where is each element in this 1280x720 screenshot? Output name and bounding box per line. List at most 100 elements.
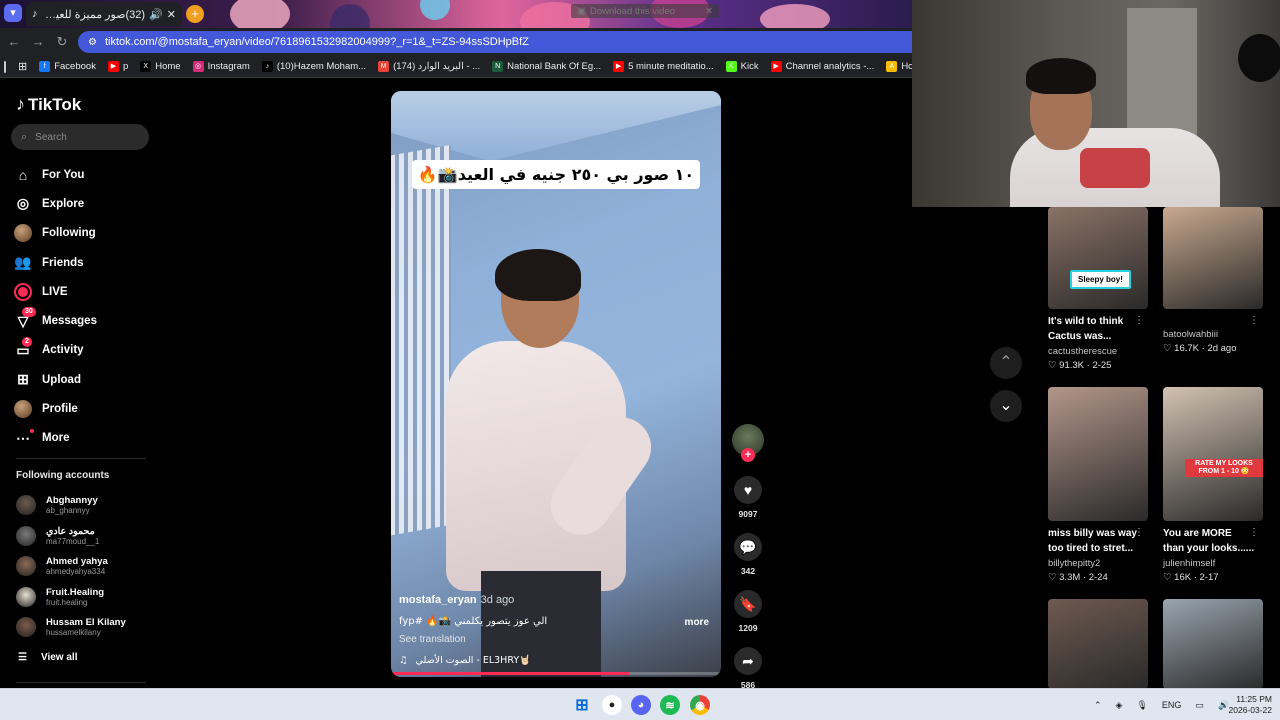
nav-item-explore[interactable]: ◎ Explore: [14, 189, 154, 218]
bookmark-item[interactable]: X Home: [140, 61, 181, 72]
nav-item-label: LIVE: [42, 285, 68, 298]
video-creator[interactable]: cactustherescue: [1048, 346, 1150, 357]
video-author[interactable]: mostafa_eryan 3d ago: [399, 594, 514, 606]
tray-overflow-icon[interactable]: ⌃: [1094, 700, 1102, 711]
more-options-icon[interactable]: ⋮: [1249, 527, 1259, 538]
discord-icon[interactable]: ◕: [631, 695, 651, 715]
video-creator[interactable]: batoolwahbiii: [1163, 329, 1265, 340]
next-video-button[interactable]: ⌄: [990, 390, 1022, 422]
download-video-button[interactable]: ▣ Download this video ✕: [571, 4, 719, 18]
spotify-icon[interactable]: ≋: [660, 695, 680, 715]
account-username: ma77moud__1: [46, 536, 100, 546]
video-thumbnail[interactable]: [1048, 387, 1148, 521]
bookmark-item[interactable]: f Facebook: [39, 61, 96, 72]
search-input[interactable]: ⌕ Search: [11, 124, 149, 150]
more-options-icon[interactable]: ⋮: [1134, 315, 1144, 326]
recommended-video-card[interactable]: [1048, 599, 1150, 689]
tab-close-icon[interactable]: ✕: [167, 8, 176, 21]
follow-plus-icon[interactable]: +: [741, 448, 755, 462]
following-account-item[interactable]: Hussam El Kilany hussamelkilany: [16, 612, 156, 643]
comment-button[interactable]: 💬: [734, 533, 762, 561]
language-indicator[interactable]: ENG: [1162, 700, 1182, 710]
forward-arrow-icon[interactable]: →: [30, 34, 46, 50]
music-link[interactable]: ♫ الصوت الأصلي - EL3HRY🤘🏻: [399, 655, 531, 666]
following-accounts-heading: Following accounts: [16, 470, 110, 481]
bookmark-favicon-icon: ▶: [107, 61, 119, 72]
video-creator[interactable]: julienhimself: [1163, 558, 1265, 569]
nav-item-following[interactable]: Following: [14, 219, 154, 248]
bookmark-item[interactable]: ▶ Channel analytics -...: [770, 61, 874, 72]
nav-item-friends[interactable]: 👥 Friends: [14, 248, 154, 277]
following-account-item[interactable]: Fruit.Healing fruit.healing: [16, 582, 156, 613]
more-options-icon[interactable]: ⋮: [1134, 527, 1144, 538]
bookmark-item[interactable]: AHome – Google Ad...: [886, 61, 912, 72]
nav-item-upload[interactable]: ⊞ Upload: [14, 365, 154, 394]
bookmark-item[interactable]: ▶ 5 minute meditatio...: [613, 61, 714, 72]
nav-item-live[interactable]: LIVE: [14, 277, 154, 306]
chrome-icon[interactable]: ◉: [690, 695, 710, 715]
recommended-video-card[interactable]: Sleepy boy! It's wild to think Cactus was…: [1048, 207, 1150, 371]
speaker-icon[interactable]: 🔊: [149, 8, 163, 21]
nav-item-profile[interactable]: Profile: [14, 394, 154, 423]
bookmark-item[interactable]: ▶ p: [107, 61, 128, 72]
recommended-video-card[interactable]: RATE MY LOOKS FROM 1 - 10 😳 You are MORE …: [1163, 387, 1265, 583]
address-bar[interactable]: ⚙ tiktok.com/@mostafa_eryan/video/761896…: [78, 31, 912, 53]
recommended-video-card[interactable]: ⋮ batoolwahbiii ♡ 16.7K · 2d ago: [1163, 207, 1265, 354]
more-options-icon[interactable]: ⋮: [1249, 315, 1259, 326]
close-icon[interactable]: ✕: [705, 6, 713, 17]
chevron-down-icon: ⌄: [999, 397, 1013, 414]
apps-grid-icon[interactable]: ⊞: [18, 60, 27, 73]
new-tab-button[interactable]: +: [186, 5, 204, 23]
video-progress-bar[interactable]: [391, 672, 721, 675]
bookmark-item[interactable]: ◎ Instagram: [192, 61, 250, 72]
divider: [16, 682, 146, 683]
creator-avatar[interactable]: +: [732, 424, 764, 462]
like-button[interactable]: ♥: [734, 476, 762, 504]
video-thumbnail[interactable]: [1048, 599, 1148, 689]
see-translation-link[interactable]: See translation: [399, 634, 466, 645]
video-thumbnail[interactable]: RATE MY LOOKS FROM 1 - 10 😳: [1163, 387, 1263, 521]
recommended-video-card[interactable]: miss billy was way too tired to stret...…: [1048, 387, 1150, 583]
video-thumbnail[interactable]: [1163, 207, 1263, 309]
following-account-item[interactable]: Ahmed yahya ahmedyahya334: [16, 551, 156, 582]
previous-video-button[interactable]: ⌃: [990, 347, 1022, 379]
reload-icon[interactable]: ↻: [54, 34, 70, 50]
bookmark-item[interactable]: N National Bank Of Eg...: [492, 61, 601, 72]
author-name: mostafa_eryan: [399, 594, 477, 606]
bookmark-item[interactable]: M (174) البريد الوارد - ...: [378, 61, 480, 72]
windows-start-icon[interactable]: ⊞: [572, 695, 592, 715]
bookmark-item[interactable]: ♪ (10)Hazem Moham...: [261, 61, 366, 72]
video-creator[interactable]: billythepitty2: [1048, 558, 1150, 569]
nav-item-label: Messages: [42, 315, 97, 328]
following-account-item[interactable]: محمود عادي ma77moud__1: [16, 521, 156, 552]
video-player[interactable]: ١٠ صور بي ٢٥٠ جنيه في العيد📸🔥 mostafa_er…: [391, 91, 721, 677]
monitor-icon[interactable]: ▭: [1195, 700, 1204, 711]
like-count: 9097: [738, 509, 758, 519]
site-info-icon[interactable]: ⚙: [88, 37, 97, 48]
clock[interactable]: 11:25 PM 2026-03-22: [1222, 694, 1272, 716]
nav-item-messages[interactable]: ▽ 30 Messages: [14, 306, 154, 335]
video-stats: ♡ 16K · 2-17: [1163, 572, 1265, 583]
nav-item-more[interactable]: ⋯ More: [14, 424, 154, 453]
account-text: Fruit.Healing fruit.healing: [46, 587, 104, 607]
tiktok-logo[interactable]: ♪ TikTok: [16, 94, 81, 115]
nav-item-for-you[interactable]: ⌂ For You: [14, 160, 154, 189]
more-button[interactable]: more: [685, 617, 709, 628]
microphone-icon[interactable]: 🎙: [1136, 700, 1147, 711]
share-button[interactable]: ➦: [734, 647, 762, 675]
sidebar-toggle-icon[interactable]: [4, 60, 6, 73]
view-all-button[interactable]: ☰ View all: [18, 652, 77, 663]
network-app-icon[interactable]: ◈: [1116, 700, 1123, 711]
nav-item-activity[interactable]: ▭ 2 Activity: [14, 336, 154, 365]
recommended-video-card[interactable]: [1163, 599, 1265, 689]
active-tab[interactable]: ♪ (32)صور مميزة للعيد بأسعار 🔊 ✕: [26, 2, 182, 26]
back-arrow-icon[interactable]: ←: [6, 34, 22, 50]
bookmark-item[interactable]: K Kick: [725, 61, 759, 72]
tab-search-button[interactable]: ▾: [4, 4, 22, 22]
following-account-item[interactable]: Abghannyy ab_ghannyy: [16, 490, 156, 521]
video-thumbnail[interactable]: [1163, 599, 1263, 689]
video-frame-hair: [495, 249, 581, 301]
app-taskbar-icon[interactable]: ●: [602, 695, 622, 715]
video-thumbnail[interactable]: Sleepy boy!: [1048, 207, 1148, 309]
save-button[interactable]: 🔖: [734, 590, 762, 618]
